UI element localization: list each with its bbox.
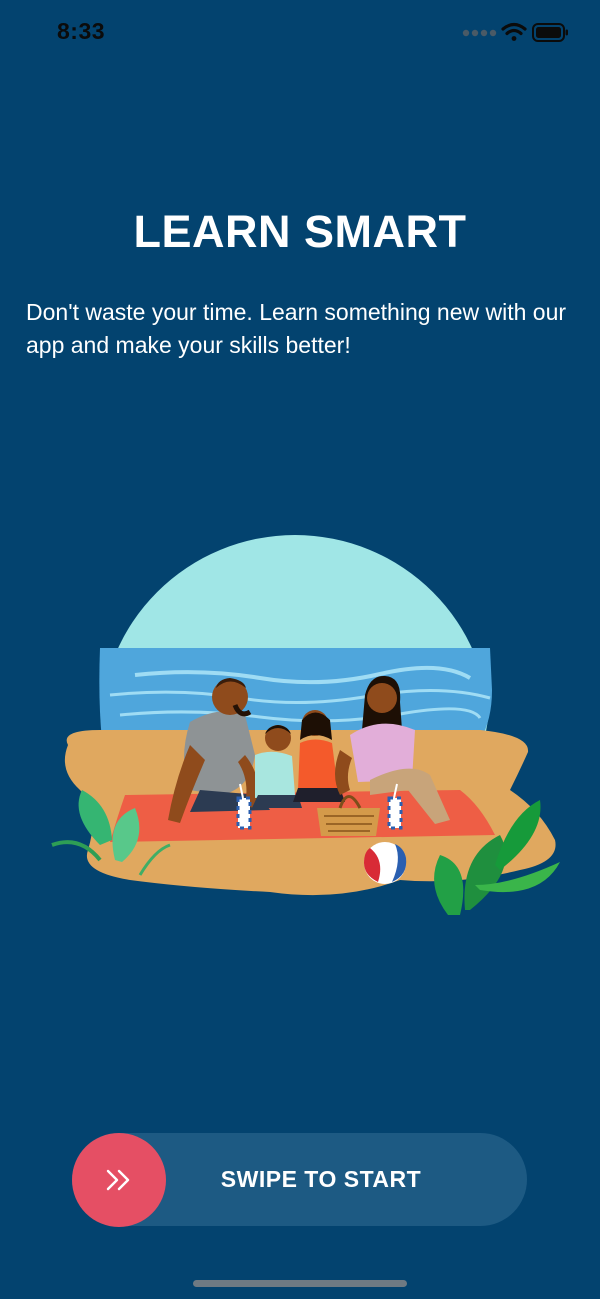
double-chevron-right-icon [106, 1169, 130, 1191]
battery-icon [532, 23, 568, 42]
page-subtitle: Don't waste your time. Learn something n… [26, 299, 567, 358]
wifi-icon [501, 22, 527, 41]
sea-shape [99, 648, 493, 740]
status-time: 8:33 [57, 18, 106, 44]
page-title: LEARN SMART [133, 206, 467, 257]
status-bar: 8:33 [0, 0, 600, 66]
family-picnic-beach-illustration [51, 535, 560, 915]
beach-ball-shape [364, 842, 407, 884]
status-icons [462, 22, 568, 42]
swipe-to-start-knob[interactable] [72, 1133, 166, 1227]
signal-dots-icon [462, 29, 497, 37]
swipe-to-start-label: SWIPE TO START [220, 1166, 422, 1192]
home-indicator[interactable] [193, 1280, 407, 1287]
